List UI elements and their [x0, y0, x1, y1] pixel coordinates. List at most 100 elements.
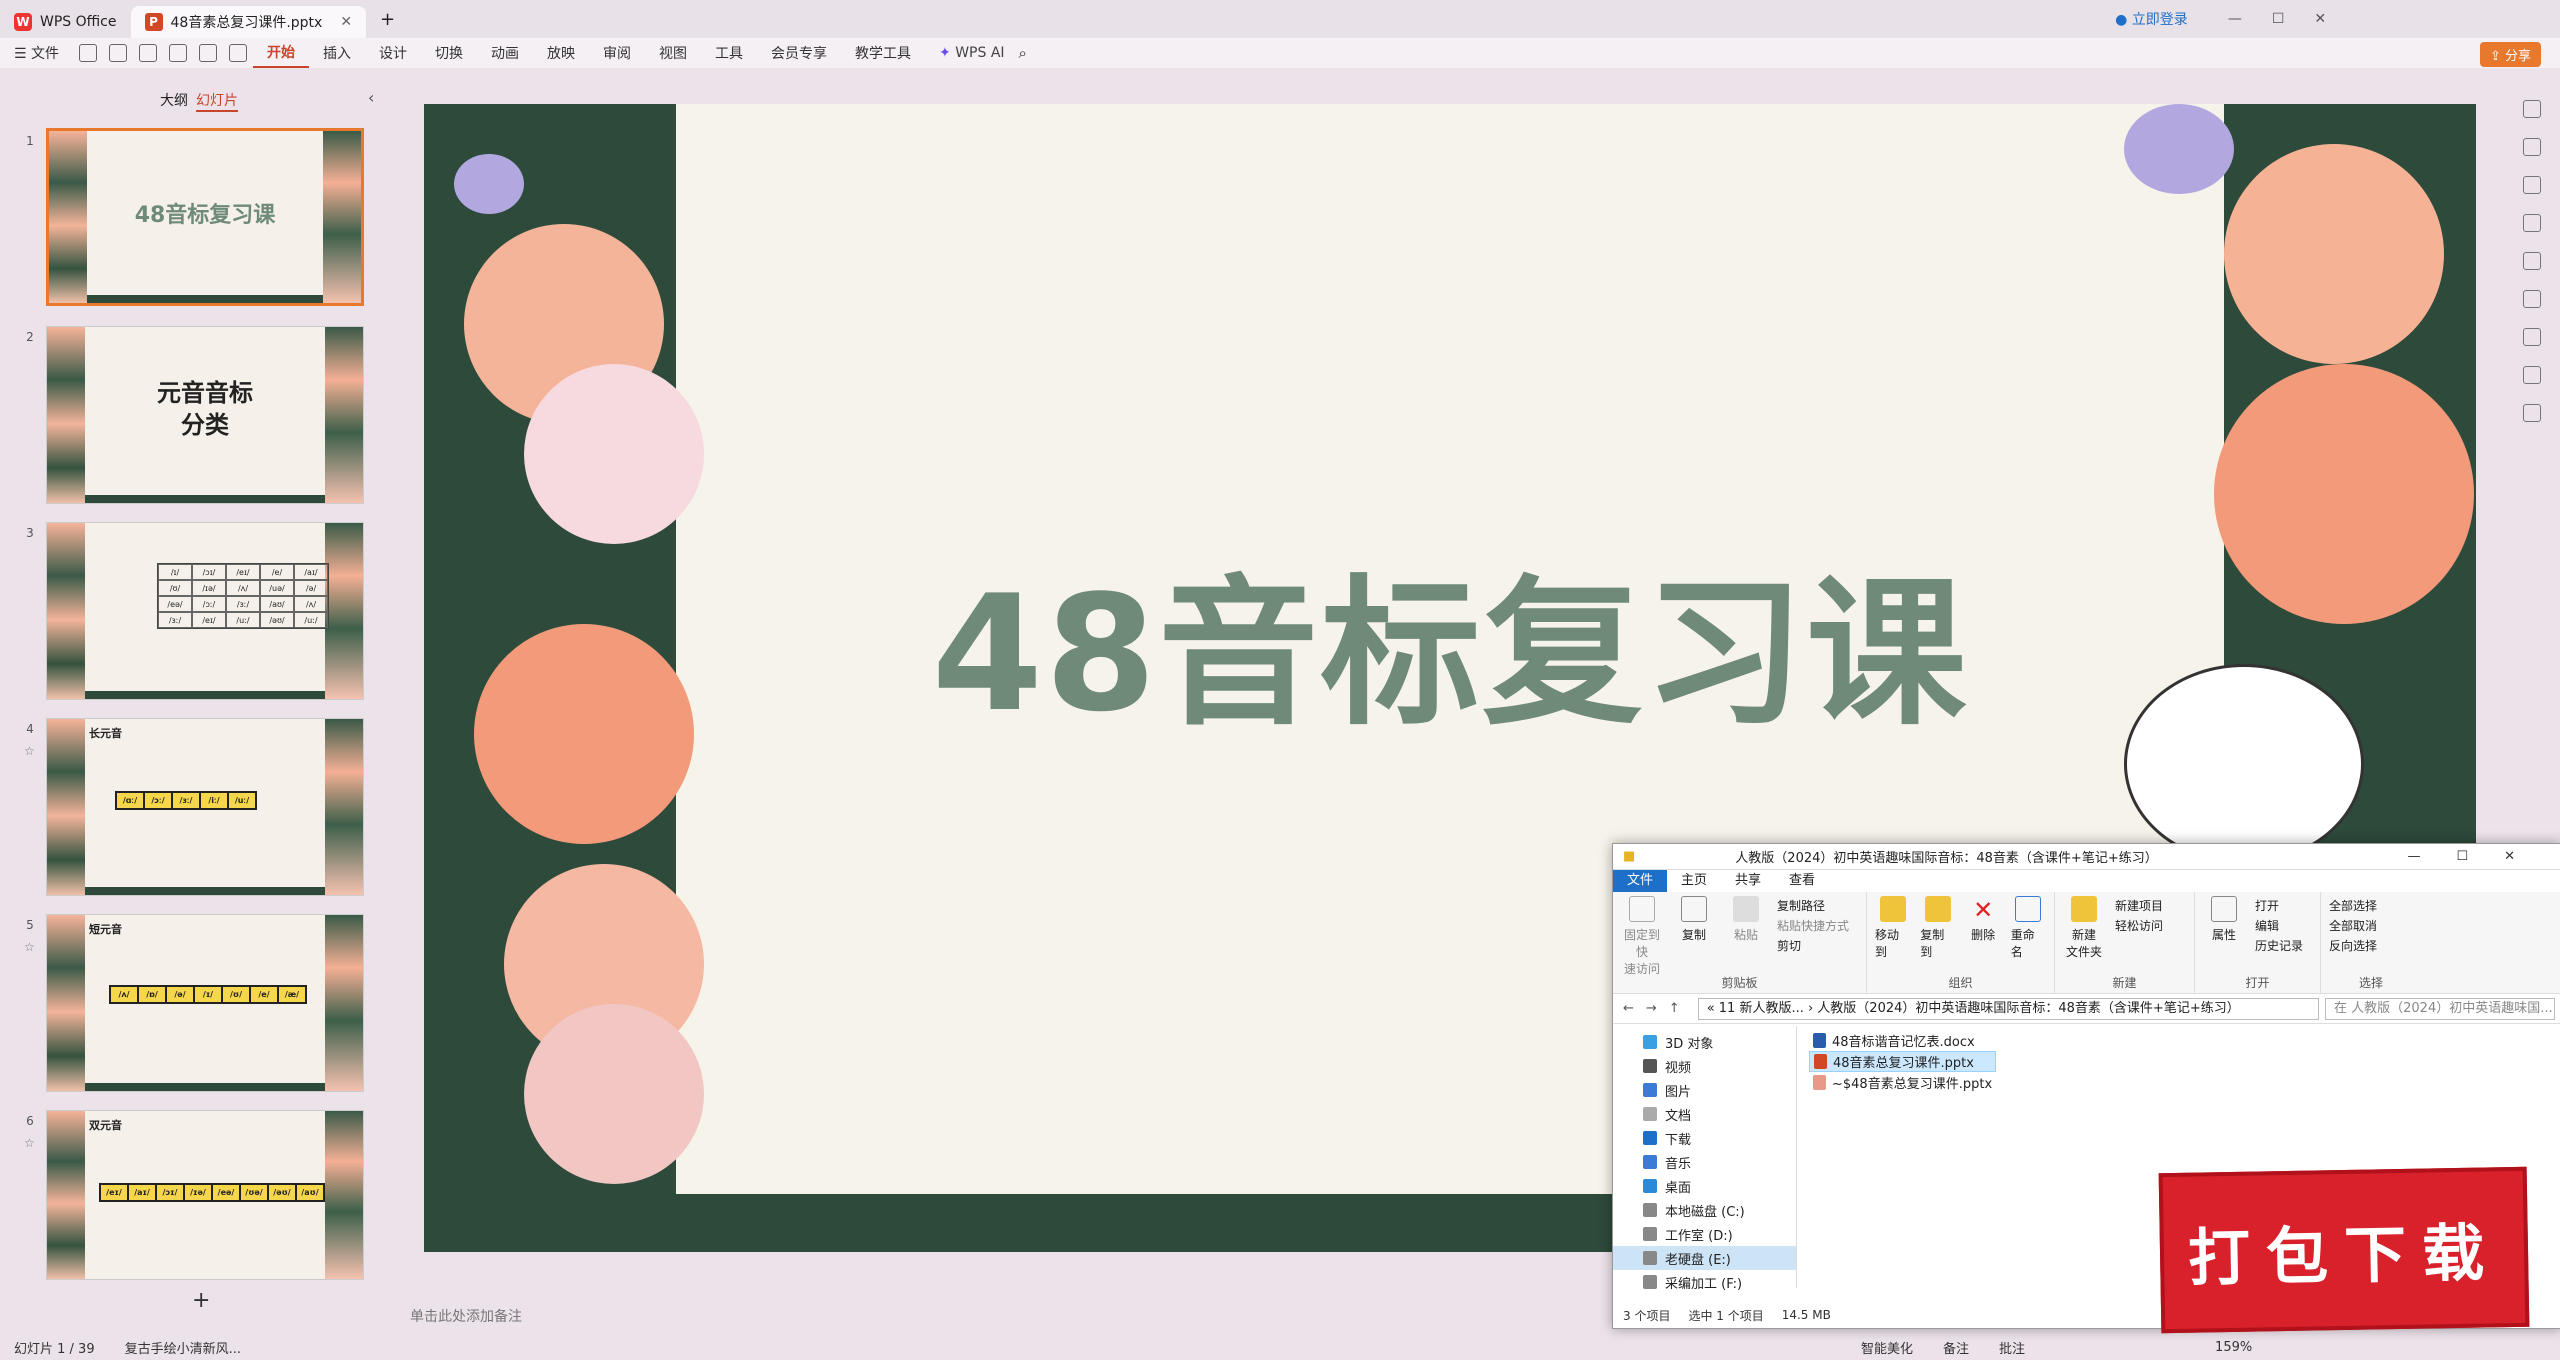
history-button[interactable]: 历史记录 [2255, 936, 2303, 956]
file-menu[interactable]: ☰ 文件 [0, 43, 73, 63]
ribbon-tab-file[interactable]: 文件 [1613, 870, 1668, 892]
open-group: 属性 打开 编辑 历史记录 打开 [2195, 892, 2321, 993]
edit-button[interactable]: 编辑 [2255, 916, 2303, 936]
menu-slideshow[interactable]: 放映 [533, 43, 589, 63]
search-icon[interactable]: ⌕ [1019, 44, 1027, 62]
comments-button[interactable]: 批注 [1999, 1338, 2025, 1357]
format-icon[interactable] [2523, 100, 2541, 118]
thumbnail-title: 元音音标 分类 [157, 379, 253, 439]
file-item[interactable]: 48音标谐音记忆表.docx [1809, 1030, 1996, 1051]
menu-transition[interactable]: 切换 [421, 43, 477, 63]
menu-design[interactable]: 设计 [365, 43, 421, 63]
search-input[interactable]: 在 人教版（2024）初中英语趣味国... [2325, 997, 2555, 1020]
pin-icon [1629, 896, 1655, 922]
ribbon-tab-view[interactable]: 查看 [1775, 870, 1829, 892]
menu-member[interactable]: 会员专享 [757, 43, 841, 63]
menu-home[interactable]: 开始 [253, 38, 310, 68]
notes-button[interactable]: 备注 [1943, 1338, 1969, 1357]
new-group: 新建 文件夹 新建项目 轻松访问 新建 [2055, 892, 2195, 993]
paste-icon [1733, 896, 1759, 922]
video-icon [1643, 1059, 1657, 1073]
add-slide-button[interactable]: + [192, 1288, 210, 1313]
new-item-button[interactable]: 新建项目 [2115, 896, 2163, 916]
window-controls[interactable]: —☐✕ [2407, 849, 2551, 864]
nav-item[interactable]: 采编加工 (F:) [1613, 1270, 1796, 1294]
nav-item[interactable]: 老硬盘 (E:) [1613, 1246, 1796, 1270]
tab-label: WPS Office [40, 14, 117, 30]
drive-icon [1643, 1251, 1657, 1265]
nav-item[interactable]: 本地磁盘 (C:) [1613, 1198, 1796, 1222]
share-button[interactable]: ⇪ 分享 [2480, 42, 2542, 67]
notes-placeholder[interactable]: 单击此处添加备注 [410, 1306, 522, 1326]
nav-item[interactable]: 视频 [1613, 1054, 1796, 1078]
nav-item[interactable]: 工作室 (D:) [1613, 1222, 1796, 1246]
export-icon[interactable] [109, 44, 128, 62]
print-icon[interactable] [139, 44, 158, 62]
slide-thumbnail-1[interactable]: 48音标复习课 [46, 128, 364, 306]
window-controls[interactable]: —☐✕ [2228, 11, 2356, 27]
image-icon[interactable] [2523, 252, 2541, 270]
invert-selection-button[interactable]: 反向选择 [2329, 936, 2377, 956]
favorite-icon[interactable] [2523, 176, 2541, 194]
copy-path-button[interactable]: 复制路径 [1777, 896, 1849, 916]
cut-button[interactable]: 剪切 [1777, 936, 1849, 956]
nav-item[interactable]: 音乐 [1613, 1150, 1796, 1174]
menu-view[interactable]: 视图 [645, 43, 701, 63]
slide-thumbnail-5[interactable]: 短元音 /ʌ//ɒ//ə//ɪ//ʊ//e//æ/ [46, 914, 364, 1092]
beautify-button[interactable]: 智能美化 [1861, 1338, 1913, 1357]
file-item[interactable]: 48音素总复习课件.pptx [1809, 1051, 1997, 1072]
collapse-panel-icon[interactable]: ‹ [368, 88, 374, 107]
settings-icon[interactable] [2523, 138, 2541, 156]
save-icon[interactable] [79, 44, 98, 62]
theme-name[interactable]: 复古手绘小清新风... [125, 1338, 241, 1357]
download-promo-badge[interactable]: 打包下载 [2158, 1166, 2530, 1334]
paste-shortcut-button[interactable]: 粘贴快捷方式 [1777, 916, 1849, 936]
select-none-button[interactable]: 全部取消 [2329, 916, 2377, 936]
easy-access-button[interactable]: 轻松访问 [2115, 916, 2163, 936]
copy-icon[interactable] [2523, 214, 2541, 232]
slide-thumbnail-3[interactable]: /ɪ//ɔɪ//eɪ//e//aɪ/ /ʊ//ɪə//ʌ//uə//ə/ /eə… [46, 522, 364, 700]
book-icon[interactable] [2523, 328, 2541, 346]
path-field[interactable]: « 11 新人教版... › 人教版（2024）初中英语趣味国际音标：48音素（… [1697, 997, 2319, 1020]
select-all-button[interactable]: 全部选择 [2329, 896, 2377, 916]
flower-decoration [524, 364, 704, 544]
nav-item[interactable]: 3D 对象 [1613, 1030, 1796, 1054]
menu-animation[interactable]: 动画 [477, 43, 533, 63]
slide-thumbnail-4[interactable]: 长元音 /ɑː//ɔː//ɜː//iː//uː/ [46, 718, 364, 896]
wps-ai-button[interactable]: ✦ WPS AI [925, 45, 1019, 61]
ribbon-tab-share[interactable]: 共享 [1721, 870, 1775, 892]
star-icon[interactable]: ☆ [24, 744, 35, 758]
menu-review[interactable]: 审阅 [589, 43, 645, 63]
preview-icon[interactable] [169, 44, 188, 62]
menu-teaching-tools[interactable]: 教学工具 [841, 43, 925, 63]
zoom-level[interactable]: 159% [2215, 1340, 2252, 1355]
nav-item[interactable]: 文档 [1613, 1102, 1796, 1126]
menu-tools[interactable]: 工具 [701, 43, 757, 63]
help-icon[interactable] [2523, 404, 2541, 422]
close-icon[interactable]: ✕ [340, 14, 352, 30]
nav-item[interactable]: 图片 [1613, 1078, 1796, 1102]
file-item[interactable]: ~$48音素总复习课件.pptx [1809, 1072, 1996, 1093]
open-button[interactable]: 打开 [2255, 896, 2303, 916]
nav-item[interactable]: 桌面 [1613, 1174, 1796, 1198]
slides-tab[interactable]: 幻灯片 [196, 90, 238, 112]
slide-title[interactable]: 48音标复习课 [676, 524, 2224, 756]
nav-item[interactable]: 下载 [1613, 1126, 1796, 1150]
tab-document[interactable]: P 48音素总复习课件.pptx ✕ [130, 6, 367, 38]
tab-wps-office[interactable]: W WPS Office [0, 6, 131, 38]
tools-icon[interactable] [2523, 290, 2541, 308]
menu-insert[interactable]: 插入 [309, 43, 365, 63]
explorer-ribbon: 固定到快 速访问 复制 粘贴 复制路径 粘贴快捷方式 剪切 剪贴板 移动到 复制… [1613, 892, 2560, 994]
slide-thumbnail-6[interactable]: 双元音 /eɪ//aɪ//ɔɪ//ɪə//eə//ʊə//əʊ//aʊ/ [46, 1110, 364, 1280]
login-button[interactable]: ● 立即登录 [2115, 9, 2188, 29]
redo-icon[interactable] [229, 44, 248, 62]
share-icon[interactable] [2523, 366, 2541, 384]
star-icon[interactable]: ☆ [24, 940, 35, 954]
ribbon-tab-home[interactable]: 主页 [1667, 870, 1721, 892]
outline-tab[interactable]: 大纲 [160, 90, 188, 110]
nav-arrows-icon[interactable]: ←→↑ [1623, 1001, 1692, 1016]
slide-thumbnail-2[interactable]: 元音音标 分类 [46, 326, 364, 504]
new-tab-icon[interactable]: + [380, 9, 395, 30]
star-icon[interactable]: ☆ [24, 1136, 35, 1150]
undo-icon[interactable] [199, 44, 218, 62]
